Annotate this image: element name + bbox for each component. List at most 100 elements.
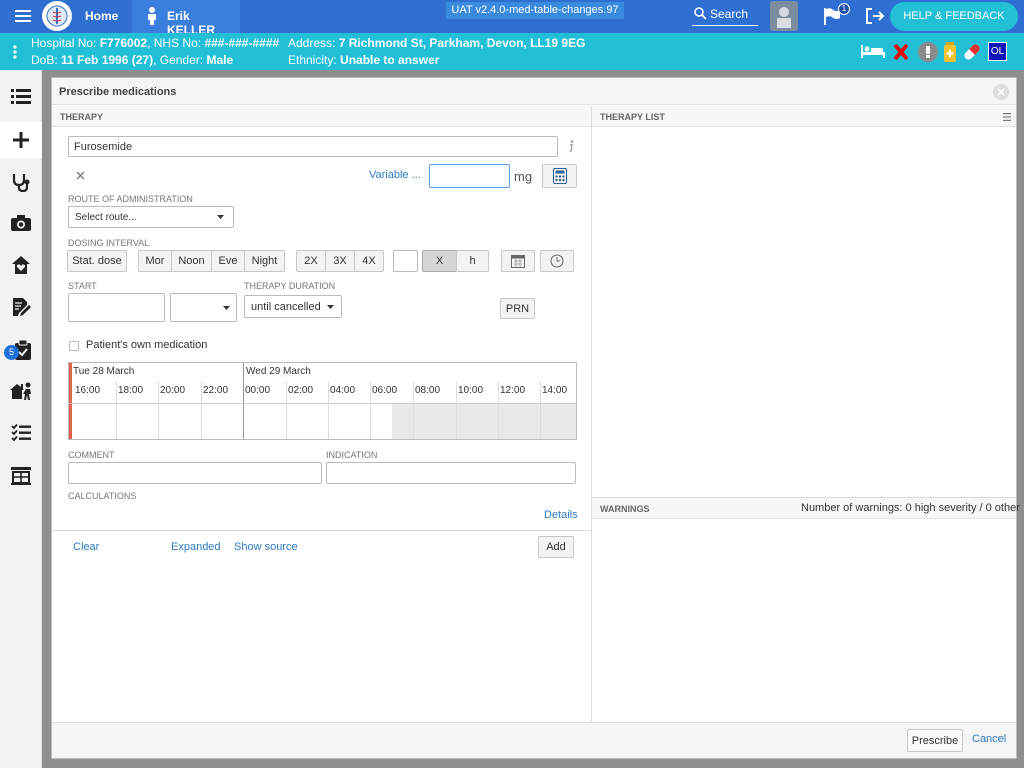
- search-label: Search: [710, 7, 749, 21]
- twice-daily-button[interactable]: 2X: [296, 250, 326, 272]
- dialog-title: Prescribe medications: [59, 86, 177, 98]
- schedule-button[interactable]: [540, 250, 574, 272]
- patient-transfer-icon[interactable]: [9, 380, 33, 402]
- chevron-down-icon: [327, 305, 334, 309]
- environment-label: UAT v2.4.0-med-table-changes.97: [446, 2, 624, 19]
- clear-medication-icon[interactable]: [74, 169, 86, 181]
- list-icon[interactable]: [10, 88, 32, 106]
- calculator-button[interactable]: [542, 164, 577, 188]
- clock-icon: [550, 254, 564, 268]
- cancel-link[interactable]: Cancel: [972, 733, 1006, 745]
- medication-input[interactable]: Furosemide: [68, 136, 558, 157]
- table-icon[interactable]: [10, 465, 32, 487]
- comment-input[interactable]: [68, 462, 322, 484]
- menu-icon[interactable]: [12, 7, 34, 25]
- times-unit-button[interactable]: X: [422, 250, 457, 272]
- duration-select[interactable]: until cancelled: [244, 295, 342, 318]
- timeline-hour: 10:00: [458, 385, 484, 396]
- timeline-hour: 06:00: [372, 385, 398, 396]
- evening-button[interactable]: Eve: [211, 250, 245, 272]
- timeline-hour: 22:00: [203, 385, 229, 396]
- user-menu[interactable]: Erik KELLER: [132, 0, 240, 37]
- details-link[interactable]: Details: [544, 509, 578, 521]
- alert-icon[interactable]: [918, 42, 938, 62]
- route-placeholder: Select route...: [75, 212, 137, 223]
- expanded-link[interactable]: Expanded: [171, 541, 221, 553]
- timeline-hour: 18:00: [118, 385, 144, 396]
- dose-input[interactable]: [429, 164, 510, 188]
- ol-badge[interactable]: OL: [988, 42, 1007, 61]
- bed-icon[interactable]: [860, 42, 886, 60]
- start-date-input[interactable]: [68, 293, 165, 322]
- now-marker: [69, 363, 72, 439]
- cross-icon[interactable]: [892, 42, 910, 62]
- therapy-list-header: THERAPY LIST: [600, 112, 665, 122]
- list-menu-icon[interactable]: [1002, 112, 1012, 122]
- therapy-header: THERAPY: [60, 112, 104, 122]
- show-source-link[interactable]: Show source: [234, 541, 298, 553]
- clear-link[interactable]: Clear: [73, 541, 99, 553]
- user-avatar[interactable]: [770, 1, 798, 31]
- dob-value: 11 Feb 1996 (27): [61, 53, 154, 67]
- own-medication-checkbox[interactable]: [69, 341, 79, 351]
- dialog-header: [52, 78, 1016, 105]
- timeline-hour: 04:00: [330, 385, 356, 396]
- timeline-hour: 00:00: [245, 385, 271, 396]
- home-link[interactable]: Home: [85, 9, 118, 23]
- hours-unit-button[interactable]: h: [456, 250, 489, 272]
- day-divider: [243, 363, 244, 439]
- camera-icon[interactable]: [10, 213, 32, 233]
- prescribe-button[interactable]: Prescribe: [907, 729, 963, 752]
- route-select[interactable]: Select route...: [68, 206, 234, 228]
- morning-button[interactable]: Mor: [138, 250, 172, 272]
- medication-bottle-icon[interactable]: [943, 41, 957, 63]
- app-logo-icon[interactable]: [42, 1, 72, 31]
- stat-dose-button[interactable]: Stat. dose: [67, 250, 127, 272]
- dob-line: DoB: 11 Feb 1996 (27), Gender: Male: [31, 53, 233, 67]
- ethnicity-line: Ethnicity: Unable to answer: [288, 53, 439, 67]
- timeline-hour: 12:00: [500, 385, 526, 396]
- night-button[interactable]: Night: [244, 250, 285, 272]
- chevron-down-icon: [217, 215, 224, 219]
- warnings-count: Number of warnings: 0 high severity / 0 …: [801, 502, 1020, 514]
- pill-icon[interactable]: [962, 42, 982, 62]
- calendar-button[interactable]: [501, 250, 535, 272]
- help-feedback-button[interactable]: HELP & FEEDBACK: [890, 2, 1018, 31]
- calendar-icon: [511, 254, 525, 268]
- address-label: Address:: [288, 36, 339, 50]
- logout-icon[interactable]: [864, 7, 886, 25]
- hospital-number: F776002: [99, 36, 148, 50]
- nhs-number: ###-###-####: [204, 36, 280, 50]
- medication-value: Furosemide: [74, 141, 133, 153]
- search-button[interactable]: Search: [692, 4, 758, 26]
- checklist-icon[interactable]: [10, 423, 32, 443]
- timeline-gridline: [498, 381, 499, 439]
- noon-button[interactable]: Noon: [171, 250, 212, 272]
- chevron-down-icon: [223, 306, 230, 310]
- timeline-day-2: Wed 29 March: [246, 366, 311, 377]
- timeline-gridline: [116, 381, 117, 439]
- three-times-button[interactable]: 3X: [325, 250, 355, 272]
- timeline-hour: 16:00: [75, 385, 101, 396]
- close-icon[interactable]: [993, 84, 1009, 100]
- variable-link[interactable]: Variable ...: [369, 169, 421, 181]
- stethoscope-icon[interactable]: [10, 171, 32, 193]
- top-bar: Home Erik KELLER UAT v2.4.0-med-table-ch…: [0, 0, 1024, 37]
- nhs-label: , NHS No:: [147, 36, 205, 50]
- info-icon[interactable]: [566, 139, 576, 153]
- edit-document-icon[interactable]: [10, 296, 32, 318]
- timeline-past-shade: [392, 404, 576, 439]
- start-time-select[interactable]: [170, 293, 237, 322]
- frequency-input[interactable]: [393, 250, 418, 272]
- add-button[interactable]: Add: [538, 536, 574, 558]
- more-vertical-icon[interactable]: [10, 44, 20, 60]
- four-times-button[interactable]: 4X: [354, 250, 384, 272]
- timeline-hour: 20:00: [160, 385, 186, 396]
- prn-button[interactable]: PRN: [500, 298, 535, 319]
- start-label: START: [68, 281, 97, 291]
- flag-badge: 1: [838, 3, 850, 15]
- home-heart-icon[interactable]: [10, 254, 32, 276]
- indication-input[interactable]: [326, 462, 576, 484]
- hospital-number-line: Hospital No: F776002, NHS No: ###-###-##…: [31, 36, 279, 50]
- add-icon[interactable]: [0, 122, 42, 158]
